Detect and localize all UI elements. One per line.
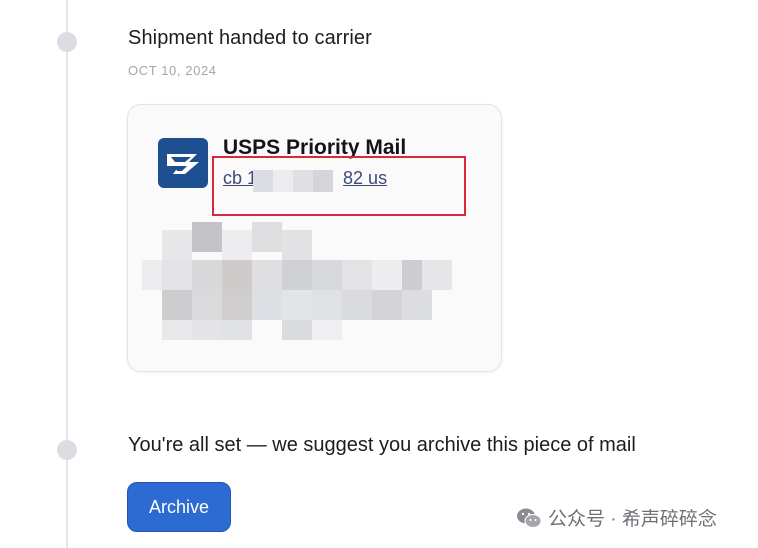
event-title: Shipment handed to carrier [128,27,372,49]
watermark-text: 公众号 · 希声碎碎念 [548,509,717,530]
timeline-line [66,0,68,548]
archive-suggestion-text: You're all set — we suggest you archive … [128,434,636,456]
timeline-dot [57,440,77,460]
watermark: 公众号 · 希声碎碎念 [516,504,717,531]
timeline-dot [57,32,77,52]
usps-eagle-icon [158,138,208,188]
wechat-icon [516,507,542,529]
redacted-mosaic [142,222,452,340]
archive-button[interactable]: Archive [127,482,231,532]
highlight-box [212,156,466,216]
event-date: OCT 10, 2024 [128,63,217,78]
